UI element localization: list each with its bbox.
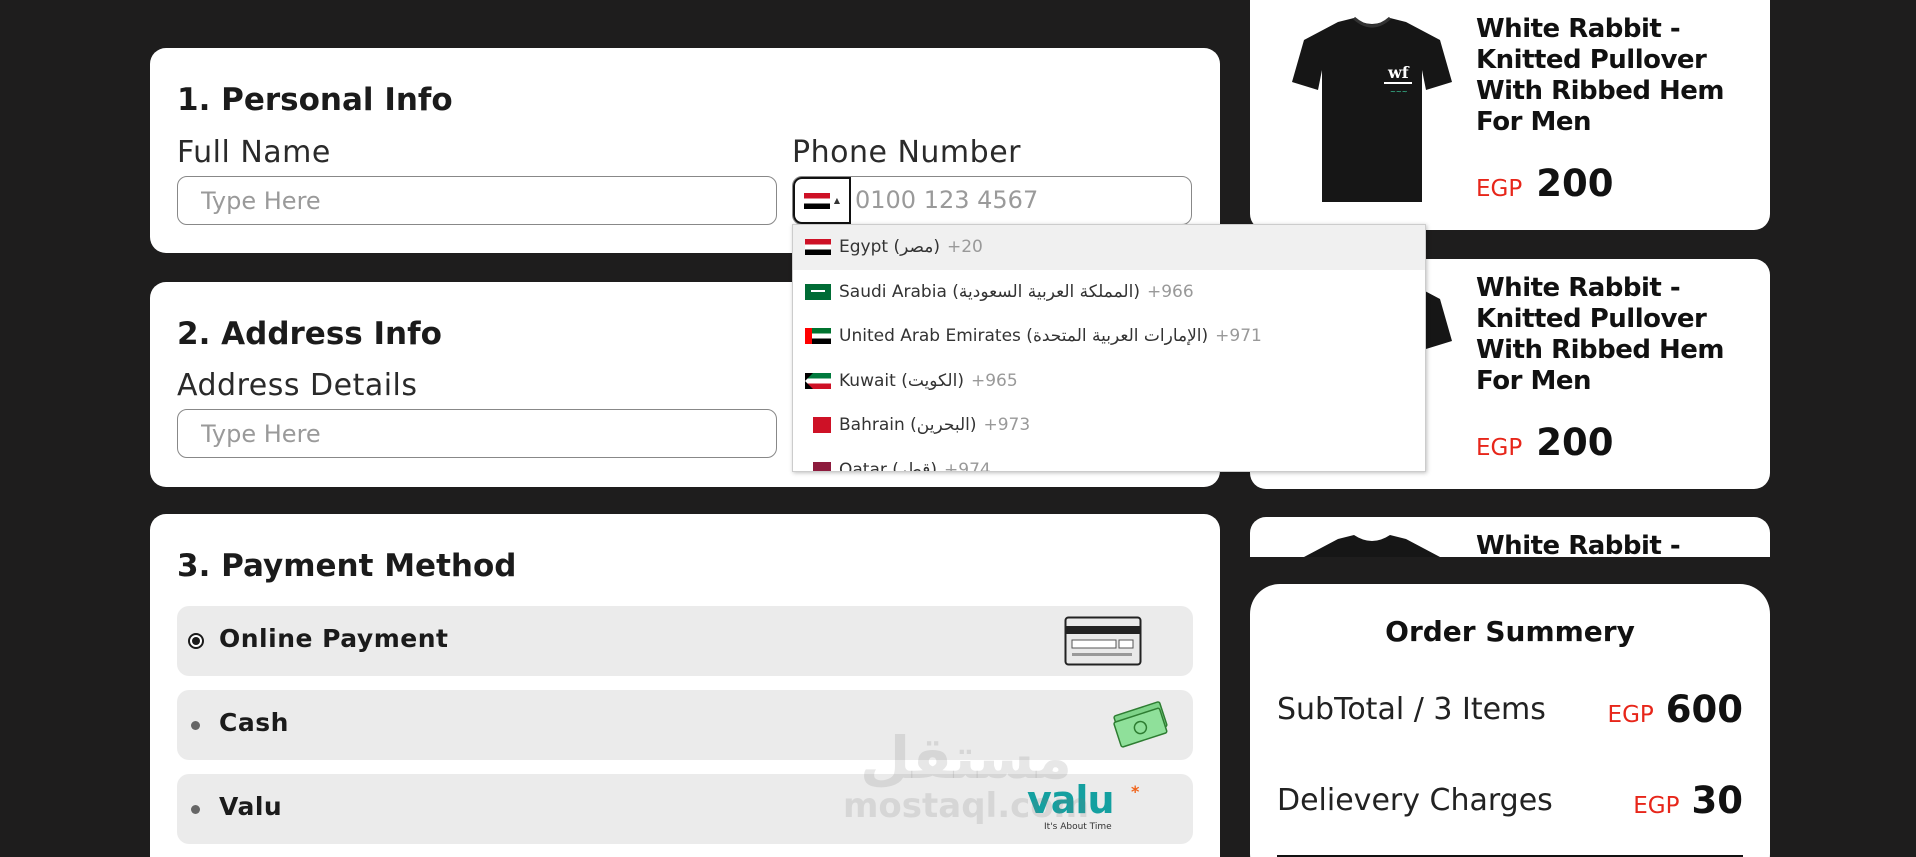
uae-flag-icon xyxy=(805,328,831,345)
price-amount: 200 xyxy=(1536,162,1614,205)
country-name: Bahrain (البحرين) xyxy=(839,415,977,436)
product-card[interactable]: White Rabbit - xyxy=(1250,517,1770,557)
country-dial-code: +974 xyxy=(944,459,991,472)
full-name-input[interactable] xyxy=(177,176,777,225)
payment-option-label: Valu xyxy=(219,792,283,821)
payment-option-cash[interactable]: Cash xyxy=(177,690,1193,760)
delivery-charges-label: Delievery Charges xyxy=(1277,783,1553,818)
egypt-flag-icon xyxy=(803,192,830,209)
delivery-currency: EGP xyxy=(1633,793,1680,819)
product-title: White Rabbit - xyxy=(1476,531,1681,557)
kuwait-flag-icon xyxy=(805,372,831,389)
cash-icon xyxy=(1113,701,1168,748)
country-dropdown[interactable]: Egypt (مصر) +20 Saudi Arabia (المملكة ال… xyxy=(792,224,1426,472)
price-amount: 200 xyxy=(1536,421,1614,464)
country-option-uae[interactable]: United Arab Emirates (الإمارات العربية ا… xyxy=(793,314,1425,359)
valu-tagline: It's About Time xyxy=(1044,822,1112,832)
price-currency: EGP xyxy=(1476,176,1523,202)
country-name: United Arab Emirates (الإمارات العربية ا… xyxy=(839,326,1209,347)
qatar-flag-icon xyxy=(805,461,831,471)
payment-method-card: 3. Payment Method Online Payment Cash Va… xyxy=(150,514,1220,857)
order-summary-title: Order Summery xyxy=(1385,615,1635,648)
radio-cash[interactable] xyxy=(188,717,204,733)
country-option-qatar[interactable]: Qatar (قطر) +974 xyxy=(793,448,1425,472)
phone-field: ▲ xyxy=(792,176,1192,225)
payment-option-online[interactable]: Online Payment xyxy=(177,606,1193,676)
order-summary-card: Order Summery SubTotal / 3 Items EGP 600… xyxy=(1250,584,1770,857)
address-info-title: 2. Address Info xyxy=(177,316,442,352)
country-dial-code: +965 xyxy=(970,370,1018,391)
product-price: EGP 200 xyxy=(1476,421,1613,464)
country-dial-code: +20 xyxy=(946,237,983,258)
country-dial-code: +966 xyxy=(1146,281,1194,302)
subtotal-value: EGP 600 xyxy=(1608,688,1743,731)
bahrain-flag-icon xyxy=(805,417,831,434)
svg-text:wf: wf xyxy=(1387,63,1410,82)
country-option-kuwait[interactable]: Kuwait (الكويت) +965 xyxy=(793,359,1425,404)
delivery-amount: 30 xyxy=(1691,779,1744,822)
country-option-bahrain[interactable]: Bahrain (البحرين) +973 xyxy=(793,403,1425,448)
radio-valu[interactable] xyxy=(188,801,204,817)
country-name: Egypt (مصر) xyxy=(839,237,940,258)
payment-method-title: 3. Payment Method xyxy=(177,548,517,584)
credit-card-icon xyxy=(1064,616,1142,666)
tshirt-image xyxy=(1304,535,1440,557)
country-option-egypt[interactable]: Egypt (مصر) +20 xyxy=(793,225,1425,270)
phone-input[interactable] xyxy=(853,177,1183,223)
egypt-flag-icon xyxy=(805,239,831,256)
tshirt-image: wf ~~~ xyxy=(1292,16,1452,202)
country-option-saudi-arabia[interactable]: Saudi Arabia (المملكة العربية السعودية) … xyxy=(793,270,1425,315)
address-details-label: Address Details xyxy=(177,368,418,403)
country-dial-code: +973 xyxy=(983,415,1031,436)
product-price: EGP 200 xyxy=(1476,162,1613,205)
product-card[interactable]: wf ~~~ White Rabbit - Knitted Pullover W… xyxy=(1250,0,1770,230)
country-name: Kuwait (الكويت) xyxy=(839,370,964,391)
delivery-charges-value: EGP 30 xyxy=(1633,779,1743,822)
subtotal-label: SubTotal / 3 Items xyxy=(1277,692,1546,727)
valu-star-icon: * xyxy=(1131,782,1140,801)
saudi-arabia-flag-icon xyxy=(805,283,831,300)
payment-option-valu[interactable]: Valu valu * It's About Time xyxy=(177,774,1193,844)
country-dial-code: +971 xyxy=(1215,326,1262,347)
valu-logo: valu * It's About Time xyxy=(1027,778,1147,838)
country-selector-button[interactable]: ▲ xyxy=(793,177,851,224)
country-name: Qatar (قطر) xyxy=(839,459,938,472)
payment-option-label: Cash xyxy=(219,708,289,737)
personal-info-title: 1. Personal Info xyxy=(177,82,453,118)
radio-online-payment[interactable] xyxy=(188,633,204,649)
product-title: White Rabbit - Knitted Pullover With Rib… xyxy=(1476,273,1725,396)
payment-option-label: Online Payment xyxy=(219,624,449,653)
subtotal-amount: 600 xyxy=(1665,688,1743,731)
full-name-label: Full Name xyxy=(177,135,331,170)
product-title: White Rabbit - Knitted Pullover With Rib… xyxy=(1476,14,1725,137)
price-currency: EGP xyxy=(1476,435,1523,461)
svg-text:~~~: ~~~ xyxy=(1390,88,1408,96)
phone-number-label: Phone Number xyxy=(792,135,1021,170)
valu-logo-text: valu xyxy=(1027,778,1114,822)
caret-up-icon: ▲ xyxy=(833,196,841,205)
country-name: Saudi Arabia (المملكة العربية السعودية) xyxy=(839,281,1140,302)
subtotal-currency: EGP xyxy=(1607,702,1654,728)
address-details-input[interactable] xyxy=(177,409,777,458)
